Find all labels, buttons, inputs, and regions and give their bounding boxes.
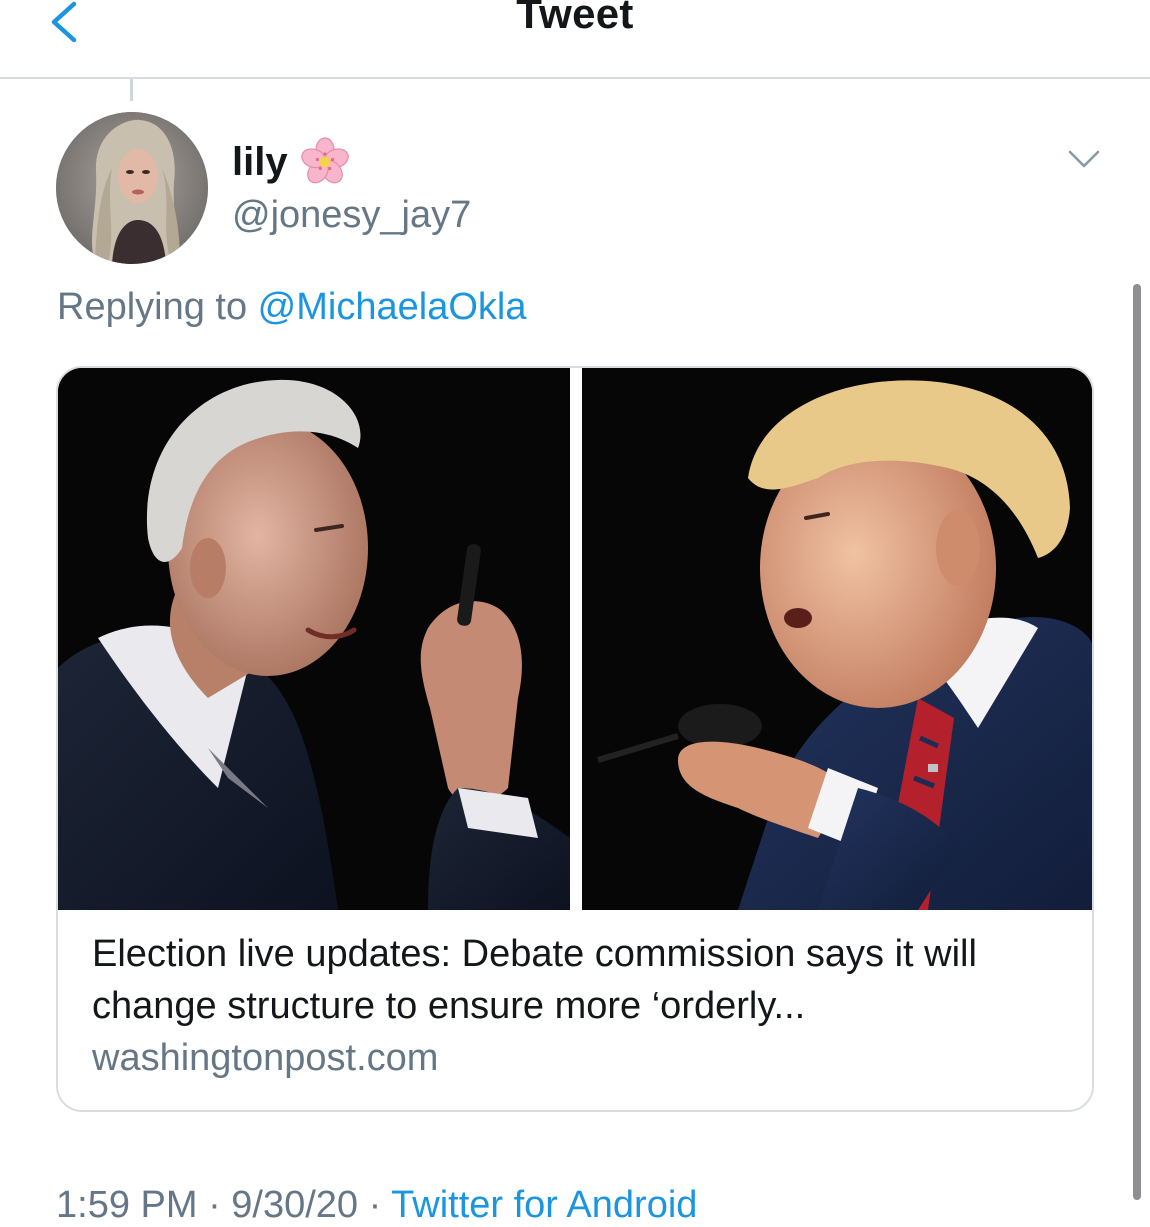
card-text: Election live updates: Debate commission… [92, 928, 1072, 1084]
author-handle[interactable]: @jonesy_jay7 [232, 194, 471, 237]
candidate-portrait-right [582, 368, 1092, 910]
card-image [58, 368, 1092, 910]
thread-connector-line [130, 79, 133, 101]
card-title: Election live updates: Debate commission… [92, 933, 977, 1027]
scrollbar[interactable] [1133, 284, 1141, 1200]
more-options-button[interactable] [1064, 143, 1104, 175]
avatar[interactable] [56, 112, 208, 264]
cherry-blossom-icon [300, 137, 349, 184]
tweet-meta: 1:59 PM · 9/30/20 · Twitter for Android [56, 1184, 697, 1227]
navigation-bar: Tweet [0, 0, 1150, 79]
reply-context: Replying to @MichaelaOkla [57, 286, 526, 329]
author-name-row[interactable]: lily [232, 134, 350, 190]
reply-context-prefix: Replying to [57, 286, 258, 328]
display-name: lily [232, 139, 288, 184]
reply-mention-link[interactable]: @MichaelaOkla [258, 286, 527, 328]
tweet-timestamp: 1:59 PM · 9/30/20 · [56, 1184, 392, 1226]
link-preview-card[interactable]: Election live updates: Debate commission… [56, 366, 1094, 1112]
chevron-down-icon [1068, 150, 1100, 168]
page-title: Tweet [516, 0, 634, 37]
tweet-source-link[interactable]: Twitter for Android [391, 1184, 697, 1226]
card-domain: washingtonpost.com [92, 1037, 439, 1079]
candidate-portrait-left [58, 368, 570, 910]
